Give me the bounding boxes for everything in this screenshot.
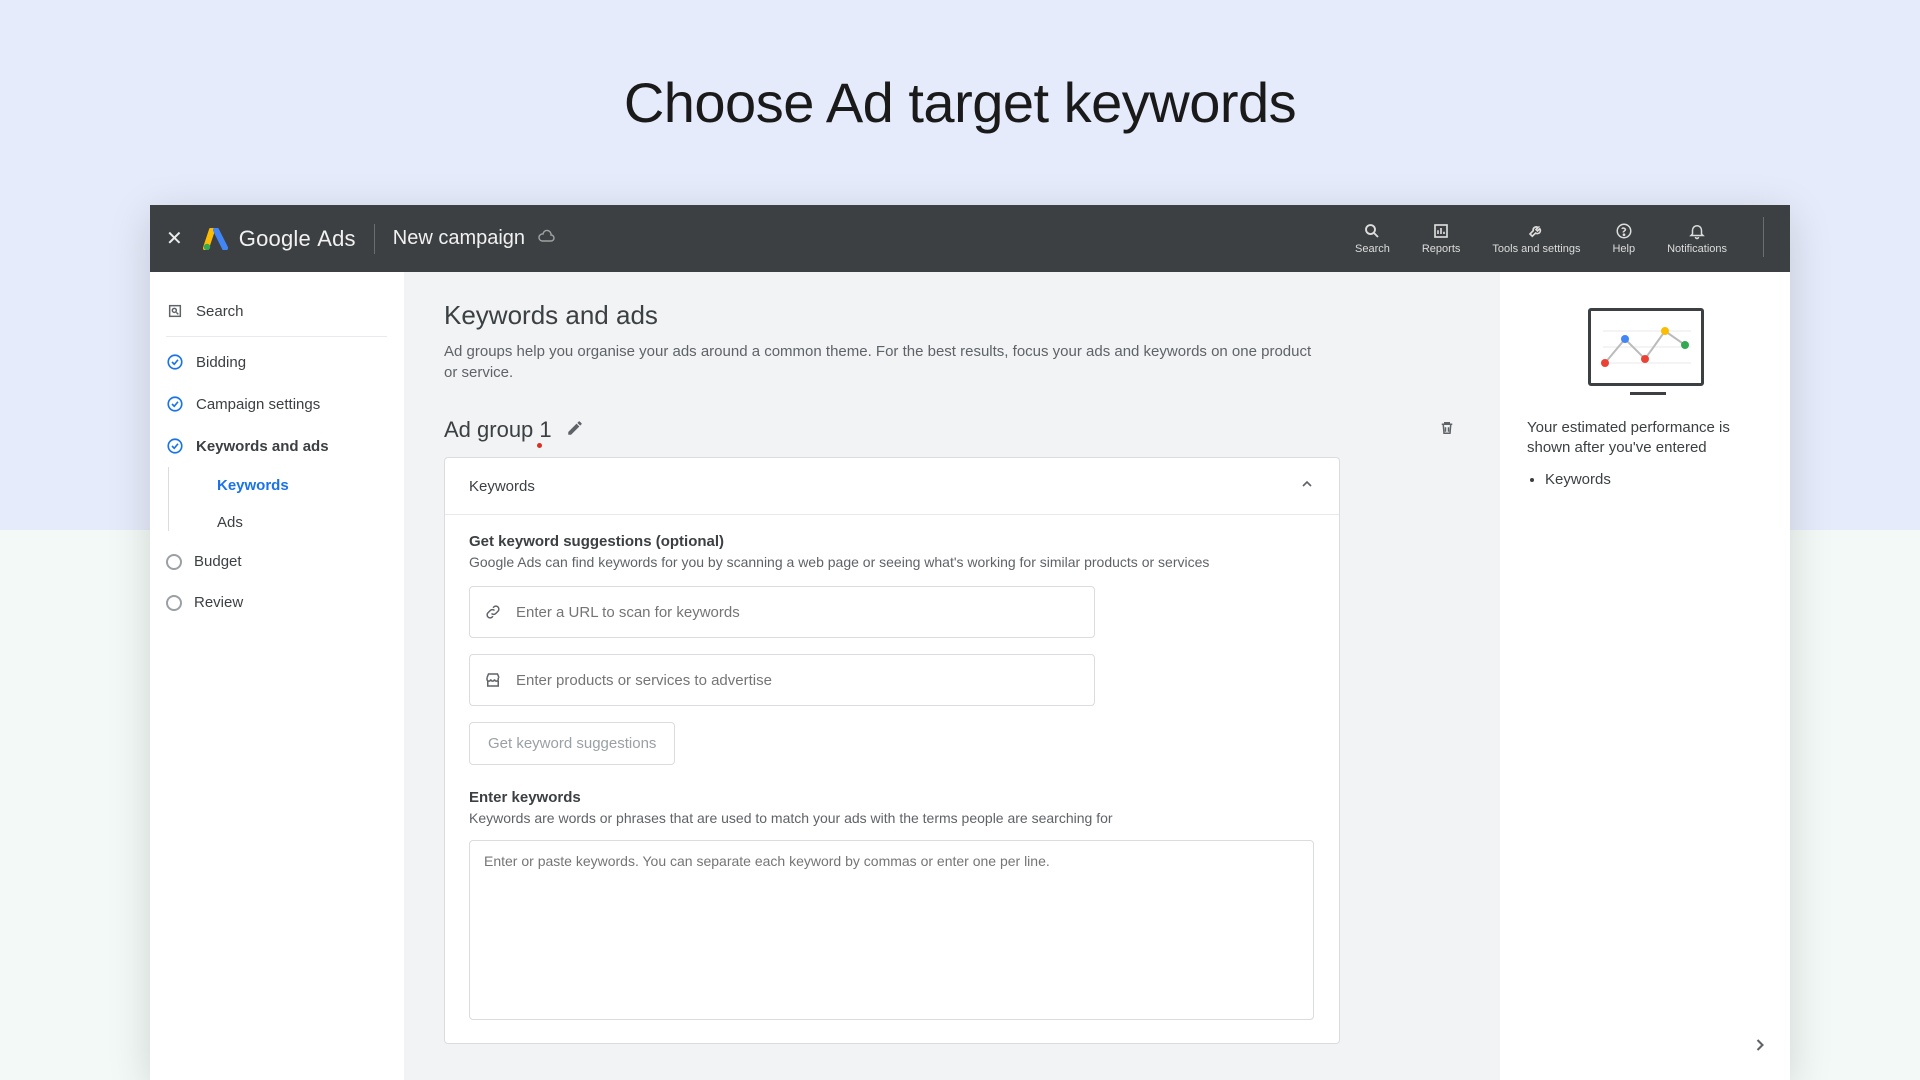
- step-campaign-settings[interactable]: Campaign settings: [150, 383, 403, 425]
- ad-group-row: Ad group 1: [444, 417, 1460, 443]
- topbar: ✕ Google Ads New campaign Search Reports…: [150, 205, 1790, 272]
- card-header-label: Keywords: [469, 478, 535, 495]
- step-label: Campaign settings: [196, 396, 320, 413]
- nav-divider: [1763, 217, 1764, 257]
- step-label: Review: [194, 594, 243, 611]
- alert-dot-icon: [537, 443, 542, 448]
- help-icon: [1615, 221, 1633, 241]
- card-header[interactable]: Keywords: [445, 458, 1339, 515]
- step-label: Keywords and ads: [196, 438, 329, 455]
- edit-icon[interactable]: [566, 419, 584, 442]
- search-icon: [1363, 221, 1381, 241]
- check-circle-icon: [166, 395, 184, 413]
- suggest-desc: Google Ads can find keywords for you by …: [469, 554, 1315, 570]
- nav-reports[interactable]: Reports: [1416, 217, 1467, 259]
- topnav: Search Reports Tools and settings Help N…: [1349, 217, 1774, 259]
- check-circle-icon: [166, 353, 184, 371]
- storefront-icon: [484, 671, 502, 689]
- chart-icon: [1432, 221, 1450, 241]
- step-bidding[interactable]: Bidding: [150, 341, 403, 383]
- performance-text: Your estimated performance is shown afte…: [1527, 418, 1764, 457]
- check-circle-icon: [166, 437, 184, 455]
- circle-outline-icon: [166, 595, 182, 611]
- nav-tools[interactable]: Tools and settings: [1486, 217, 1586, 259]
- search-icon: [166, 302, 184, 320]
- step-search[interactable]: Search: [150, 290, 403, 332]
- brand-label: Google Ads: [239, 226, 356, 252]
- nav-help[interactable]: Help: [1606, 217, 1641, 259]
- url-scan-field[interactable]: [469, 586, 1095, 638]
- step-keywords-and-ads[interactable]: Keywords and ads: [150, 425, 403, 467]
- main-content: Keywords and ads Ad groups help you orga…: [404, 272, 1500, 1080]
- performance-preview-illustration: [1582, 308, 1710, 392]
- nav-search[interactable]: Search: [1349, 217, 1396, 259]
- sidebar: Search Bidding Campaign settings Keyword…: [150, 272, 404, 1080]
- divider: [374, 224, 375, 254]
- enter-keywords-title: Enter keywords: [469, 789, 1315, 806]
- monitor-icon: [1588, 308, 1704, 386]
- substep-keywords[interactable]: Keywords: [187, 467, 403, 504]
- google-ads-window: ✕ Google Ads New campaign Search Reports…: [150, 205, 1790, 1080]
- step-label: Budget: [194, 553, 242, 570]
- cloud-save-icon: [537, 229, 555, 248]
- performance-list: Keywords: [1527, 471, 1764, 488]
- ad-group-title: Ad group 1: [444, 417, 552, 443]
- section-description: Ad groups help you organise your ads aro…: [444, 341, 1324, 383]
- chevron-right-icon[interactable]: [1750, 1035, 1770, 1060]
- substep-ads[interactable]: Ads: [187, 504, 403, 541]
- monitor-base: [1630, 392, 1666, 395]
- card-body: Get keyword suggestions (optional) Googl…: [445, 515, 1339, 1043]
- step-review[interactable]: Review: [150, 582, 403, 623]
- right-panel: Your estimated performance is shown afte…: [1500, 272, 1790, 1080]
- products-field[interactable]: [469, 654, 1095, 706]
- page-title: New campaign: [393, 227, 525, 250]
- link-icon: [484, 603, 502, 621]
- divider: [166, 336, 387, 337]
- wrench-icon: [1527, 221, 1545, 241]
- slide-title: Choose Ad target keywords: [0, 70, 1920, 135]
- url-scan-input[interactable]: [516, 604, 1080, 621]
- step-label: Search: [196, 303, 244, 320]
- step-label: Bidding: [196, 354, 246, 371]
- app-body: Search Bidding Campaign settings Keyword…: [150, 272, 1790, 1080]
- bell-icon: [1688, 221, 1706, 241]
- keywords-textarea[interactable]: [469, 840, 1314, 1020]
- keywords-card: Keywords Get keyword suggestions (option…: [444, 457, 1340, 1044]
- sub-steps: Keywords Ads: [186, 467, 403, 541]
- step-budget[interactable]: Budget: [150, 541, 403, 582]
- google-ads-logo-icon: [203, 228, 229, 250]
- close-icon[interactable]: ✕: [166, 226, 183, 251]
- nav-notifications[interactable]: Notifications: [1661, 217, 1733, 259]
- performance-list-item: Keywords: [1545, 471, 1764, 488]
- get-suggestions-button[interactable]: Get keyword suggestions: [469, 722, 675, 765]
- circle-outline-icon: [166, 554, 182, 570]
- enter-keywords-desc: Keywords are words or phrases that are u…: [469, 810, 1315, 826]
- products-input[interactable]: [516, 672, 1080, 689]
- chevron-up-icon[interactable]: [1299, 476, 1315, 496]
- suggest-title: Get keyword suggestions (optional): [469, 533, 1315, 550]
- delete-icon[interactable]: [1438, 419, 1456, 442]
- section-title: Keywords and ads: [444, 300, 1460, 331]
